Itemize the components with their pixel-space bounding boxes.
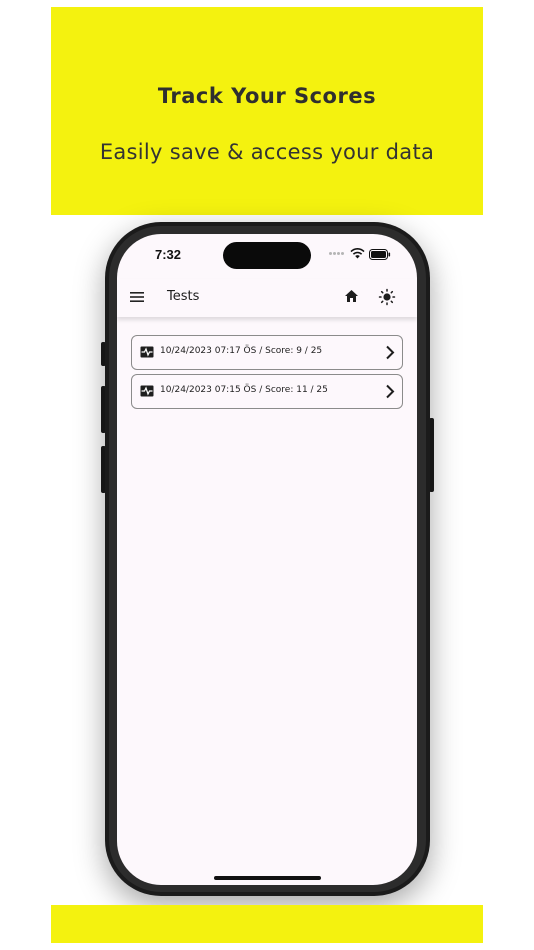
wifi-icon (350, 248, 365, 259)
test-item-label: 10/24/2023 07:17 ÖS / Score: 9 / 25 (160, 346, 322, 356)
promo-banner: Track Your Scores Easily save & access y… (51, 7, 483, 215)
menu-icon[interactable] (130, 291, 144, 303)
page-title: Tests (167, 289, 200, 304)
dynamic-island (223, 242, 311, 269)
banner-subtitle: Easily save & access your data (99, 140, 435, 164)
signal-dots-icon (329, 252, 345, 256)
test-date: 10/24/2023 07:15 ÖS (160, 385, 257, 395)
test-list-item[interactable]: 10/24/2023 07:15 ÖS / Score: 11 / 25 (131, 374, 403, 409)
tests-list: 10/24/2023 07:17 ÖS / Score: 9 / 25 10/2… (131, 335, 403, 413)
home-icon[interactable] (344, 289, 359, 303)
home-indicator[interactable] (214, 876, 321, 880)
chevron-right-icon (386, 384, 395, 399)
pulse-icon (140, 346, 154, 358)
test-score: Score: 9 / 25 (265, 346, 323, 356)
test-item-label: 10/24/2023 07:15 ÖS / Score: 11 / 25 (160, 385, 328, 395)
test-list-item[interactable]: 10/24/2023 07:17 ÖS / Score: 9 / 25 (131, 335, 403, 370)
battery-icon (369, 249, 391, 260)
app-bar: Tests (117, 279, 417, 317)
banner-title: Track Your Scores (157, 84, 377, 108)
test-separator: / (259, 385, 263, 395)
test-score: Score: 11 / 25 (265, 385, 328, 395)
test-separator: / (259, 346, 263, 356)
test-date: 10/24/2023 07:17 ÖS (160, 346, 257, 356)
phone-screen: 7:32 Tests 10/24/2023 07:17 ÖS / Score: … (117, 234, 417, 885)
chevron-right-icon (386, 345, 395, 360)
status-time: 7:32 (155, 247, 182, 262)
theme-toggle-sun-icon[interactable] (378, 288, 396, 306)
bottom-banner-strip (51, 905, 483, 943)
pulse-icon (140, 385, 154, 397)
